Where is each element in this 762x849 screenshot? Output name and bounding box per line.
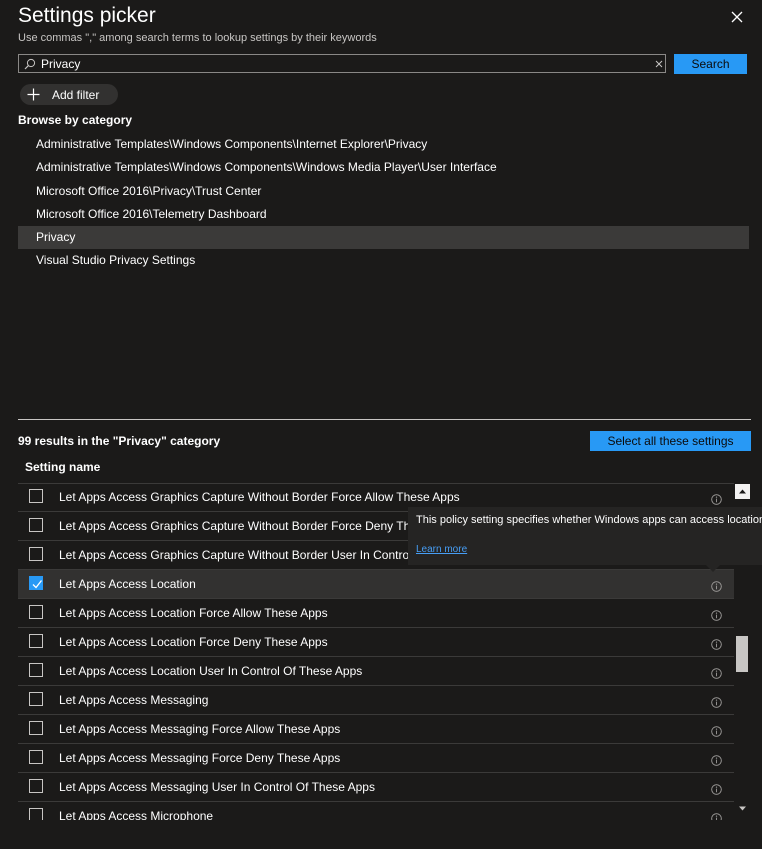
info-icon[interactable] (711, 637, 722, 650)
page-title: Settings picker (18, 4, 156, 27)
info-icon[interactable] (711, 753, 722, 766)
category-item[interactable]: Visual Studio Privacy Settings (18, 249, 749, 272)
add-filter-label: Add filter (52, 88, 100, 102)
scroll-thumb[interactable] (736, 636, 748, 672)
setting-row[interactable]: Let Apps Access Messaging Force Deny The… (18, 744, 734, 773)
setting-row[interactable]: Let Apps Access Messaging User In Contro… (18, 773, 734, 802)
category-item[interactable]: Microsoft Office 2016\Telemetry Dashboar… (18, 203, 749, 226)
info-icon[interactable] (711, 492, 722, 505)
info-tooltip: This policy setting specifies whether Wi… (408, 507, 762, 572)
setting-name: Let Apps Access Microphone (59, 809, 214, 820)
setting-row[interactable]: Let Apps Access Microphone (18, 802, 734, 820)
checkbox[interactable] (29, 489, 43, 503)
section-divider (18, 419, 751, 420)
browse-by-category-heading: Browse by category (18, 113, 133, 127)
info-icon[interactable] (711, 608, 722, 621)
add-filter-button[interactable]: Add filter (20, 84, 118, 105)
scroll-down-button[interactable] (735, 801, 750, 816)
checkbox[interactable] (29, 808, 43, 820)
setting-name: Let Apps Access Messaging (59, 693, 209, 707)
checkmark-icon (32, 580, 43, 589)
caret-up-icon (739, 489, 746, 494)
info-icon[interactable] (711, 724, 722, 737)
checkbox[interactable] (29, 547, 43, 561)
setting-row[interactable]: Let Apps Access Messaging Force Allow Th… (18, 715, 734, 744)
setting-name: Let Apps Access Messaging User In Contro… (59, 780, 375, 794)
setting-name: Let Apps Access Graphics Capture Without… (59, 490, 460, 504)
checkbox[interactable] (29, 634, 43, 648)
search-icon (24, 58, 36, 70)
tooltip-arrow (706, 565, 720, 572)
search-input[interactable] (41, 56, 641, 71)
checkbox[interactable] (29, 779, 43, 793)
setting-row[interactable]: Let Apps Access Location (18, 570, 734, 599)
search-button[interactable]: Search (674, 54, 747, 74)
setting-row[interactable]: Let Apps Access Location Force Deny Thes… (18, 628, 734, 657)
setting-row[interactable]: Let Apps Access Messaging (18, 686, 734, 715)
info-icon[interactable] (711, 695, 722, 708)
clear-icon[interactable] (653, 58, 665, 70)
setting-name: Let Apps Access Messaging Force Allow Th… (59, 722, 341, 736)
checkbox[interactable] (29, 663, 43, 677)
close-icon (731, 11, 743, 23)
setting-name: Let Apps Access Location (59, 577, 196, 591)
category-item[interactable]: Administrative Templates\Windows Compone… (18, 133, 749, 156)
category-item-selected[interactable]: Privacy (18, 226, 749, 250)
setting-name: Let Apps Access Messaging Force Deny The… (59, 751, 341, 765)
info-icon[interactable] (711, 782, 722, 795)
category-item[interactable]: Administrative Templates\Windows Compone… (18, 156, 749, 179)
search-field[interactable] (18, 54, 666, 73)
tooltip-text: This policy setting specifies whether Wi… (416, 514, 762, 526)
setting-name: Let Apps Access Location User In Control… (59, 664, 363, 678)
checkbox[interactable] (29, 518, 43, 532)
page-subtitle: Use commas "," among search terms to loo… (18, 32, 377, 44)
info-icon[interactable] (711, 666, 722, 679)
close-button[interactable] (726, 6, 748, 28)
checkbox[interactable] (29, 605, 43, 619)
results-count: 99 results in the "Privacy" category (18, 434, 221, 448)
info-icon[interactable] (711, 811, 722, 820)
select-all-button[interactable]: Select all these settings (590, 431, 751, 451)
plus-icon (27, 88, 40, 101)
checkbox-checked[interactable] (29, 576, 43, 590)
checkbox[interactable] (29, 692, 43, 706)
info-icon[interactable] (711, 579, 722, 592)
caret-down-icon (739, 806, 746, 811)
setting-row[interactable]: Let Apps Access Location User In Control… (18, 657, 734, 686)
checkbox[interactable] (29, 721, 43, 735)
setting-name: Let Apps Access Graphics Capture Without… (59, 519, 460, 533)
checkbox[interactable] (29, 750, 43, 764)
scroll-up-button[interactable] (735, 484, 750, 499)
column-header-setting-name: Setting name (25, 460, 101, 474)
learn-more-link[interactable]: Learn more (416, 544, 467, 555)
category-list: Administrative Templates\Windows Compone… (18, 133, 749, 273)
setting-row[interactable]: Let Apps Access Location Force Allow The… (18, 599, 734, 628)
category-item[interactable]: Microsoft Office 2016\Privacy\Trust Cent… (18, 180, 749, 203)
setting-name: Let Apps Access Location Force Allow The… (59, 606, 328, 620)
setting-name: Let Apps Access Location Force Deny Thes… (59, 635, 328, 649)
